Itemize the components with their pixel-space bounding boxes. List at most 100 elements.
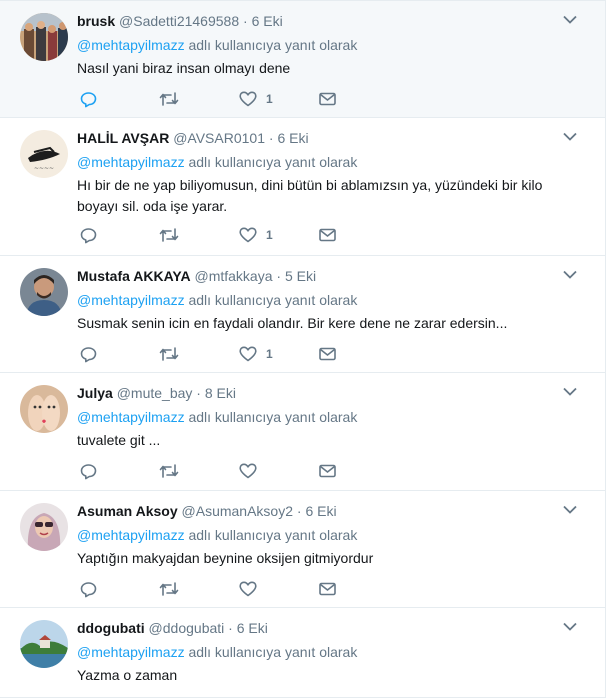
separator-dot: · (196, 385, 201, 401)
avatar[interactable] (20, 268, 68, 316)
tweet-text: tuvalete git ... (77, 432, 161, 448)
heart-icon (239, 463, 257, 479)
tweet-text: Susmak senin icin en faydali olandır. Bi… (77, 315, 508, 331)
chevron-down-icon[interactable] (563, 387, 577, 396)
author-handle[interactable]: @AsumanAksoy2 (182, 503, 293, 519)
svg-text:~~~~: ~~~~ (34, 165, 54, 172)
tweet-text: Nasıl yani biraz insan olmayı dene (77, 60, 291, 76)
chevron-down-icon[interactable] (563, 270, 577, 279)
chevron-down-icon[interactable] (563, 505, 577, 514)
tweet-item[interactable]: Asuman Aksoy @AsumanAksoy2 · 6 Eki @meht… (0, 491, 606, 608)
mention-link[interactable]: @mehtapyilmazz (77, 37, 185, 53)
heart-icon (239, 91, 257, 107)
mention-link[interactable]: @mehtapyilmazz (77, 644, 185, 660)
mention-link[interactable]: @mehtapyilmazz (77, 292, 185, 308)
reply-icon (80, 227, 97, 243)
direct-message-button[interactable] (319, 89, 336, 109)
retweet-button[interactable] (159, 89, 179, 109)
timestamp[interactable]: 5 Eki (285, 268, 316, 284)
reply-icon (80, 581, 97, 597)
reply-context: @mehtapyilmazz adlı kullanıcıya yanıt ol… (77, 35, 575, 55)
envelope-icon (319, 582, 336, 596)
retweet-icon (159, 228, 179, 242)
heart-icon (239, 346, 257, 362)
separator-dot: · (268, 130, 274, 146)
author-name[interactable]: Asuman Aksoy (77, 503, 178, 519)
tweet-text: Yaptığın makyajdan beynine oksijen gitmi… (77, 550, 374, 566)
tweet-item[interactable]: Julya @mute_bay · 8 Eki @mehtapyilmazz a… (0, 373, 606, 491)
author-name[interactable]: HALİL AVŞAR (77, 130, 169, 146)
author-name[interactable]: ddogubati (77, 620, 145, 636)
replies-timeline: brusk @Sadetti21469588 · 6 Eki @mehtapyi… (0, 0, 606, 698)
like-count: 1 (266, 92, 273, 106)
reply-button[interactable] (80, 461, 97, 481)
author-handle[interactable]: @mute_bay (117, 385, 193, 401)
reply-icon (80, 346, 97, 362)
timestamp[interactable]: 6 Eki (237, 620, 268, 636)
tweet-item[interactable]: Mustafa AKKAYA @mtfakkaya · 5 Eki @mehta… (0, 256, 606, 373)
like-button[interactable] (239, 461, 266, 481)
like-button[interactable]: 1 (239, 89, 273, 109)
reply-icon (80, 463, 97, 479)
retweet-icon (159, 347, 179, 361)
avatar[interactable] (20, 503, 68, 551)
reply-context-label: adlı kullanıcıya yanıt olarak (188, 37, 358, 53)
separator-dot: · (228, 620, 233, 636)
retweet-button[interactable] (159, 225, 179, 245)
reply-context-label: adlı kullanıcıya yanıt olarak (188, 292, 358, 308)
like-count: 1 (266, 347, 273, 361)
reply-context: @mehtapyilmazz adlı kullanıcıya yanıt ol… (77, 152, 575, 172)
author-handle[interactable]: @Sadetti21469588 (119, 13, 239, 29)
tweet-text: Yazma o zaman (77, 667, 178, 683)
chevron-down-icon[interactable] (563, 622, 577, 631)
timestamp[interactable]: 6 Eki (277, 130, 308, 146)
mention-link[interactable]: @mehtapyilmazz (77, 527, 185, 543)
retweet-button[interactable] (159, 461, 179, 481)
heart-icon (239, 581, 257, 597)
author-name[interactable]: Julya (77, 385, 113, 401)
reply-button[interactable] (80, 344, 97, 364)
like-button[interactable]: 1 (239, 225, 273, 245)
reply-context-label: adlı kullanıcıya yanıt olarak (188, 409, 358, 425)
author-handle[interactable]: @ddogubati (149, 620, 225, 636)
reply-context-label: adlı kullanıcıya yanıt olarak (188, 644, 358, 660)
avatar[interactable] (20, 385, 68, 433)
tweet-item[interactable]: brusk @Sadetti21469588 · 6 Eki @mehtapyi… (0, 0, 606, 118)
avatar[interactable] (20, 13, 68, 61)
direct-message-button[interactable] (319, 225, 336, 245)
separator-dot: · (296, 503, 302, 519)
direct-message-button[interactable] (319, 344, 336, 364)
chevron-down-icon[interactable] (563, 15, 577, 24)
author-handle[interactable]: @mtfakkaya (194, 268, 272, 284)
avatar[interactable] (20, 620, 68, 668)
mention-link[interactable]: @mehtapyilmazz (77, 409, 185, 425)
author-name[interactable]: brusk (77, 13, 115, 29)
reply-button[interactable] (80, 579, 97, 599)
author-name[interactable]: Mustafa AKKAYA (77, 268, 191, 284)
direct-message-button[interactable] (319, 461, 336, 481)
mention-link[interactable]: @mehtapyilmazz (77, 154, 185, 170)
tweet-item[interactable]: ddogubati @ddogubati · 6 Eki @mehtapyilm… (0, 608, 606, 698)
reply-context: @mehtapyilmazz adlı kullanıcıya yanıt ol… (77, 642, 575, 662)
retweet-button[interactable] (159, 579, 179, 599)
avatar[interactable]: ~~~~ (20, 130, 68, 178)
chevron-down-icon[interactable] (563, 132, 577, 141)
timestamp[interactable]: 6 Eki (252, 13, 283, 29)
envelope-icon (319, 92, 336, 106)
author-handle[interactable]: @AVSAR0101 (173, 130, 265, 146)
tweet-text: Hı bir de ne yap biliyomusun, dini bütün… (77, 177, 543, 214)
like-button[interactable]: 1 (239, 344, 273, 364)
tweet-item[interactable]: ~~~~ HALİL AVŞAR @AVSAR0101 · 6 Eki @meh… (0, 118, 606, 256)
reply-context: @mehtapyilmazz adlı kullanıcıya yanıt ol… (77, 407, 575, 427)
reply-context: @mehtapyilmazz adlı kullanıcıya yanıt ol… (77, 290, 575, 310)
retweet-button[interactable] (159, 344, 179, 364)
retweet-icon (159, 582, 179, 596)
direct-message-button[interactable] (319, 579, 336, 599)
reply-button[interactable] (80, 225, 97, 245)
timestamp[interactable]: 6 Eki (305, 503, 336, 519)
like-count: 1 (266, 228, 273, 242)
timestamp[interactable]: 8 Eki (205, 385, 236, 401)
like-button[interactable] (239, 579, 266, 599)
reply-button[interactable] (80, 89, 97, 109)
reply-icon (80, 91, 97, 107)
